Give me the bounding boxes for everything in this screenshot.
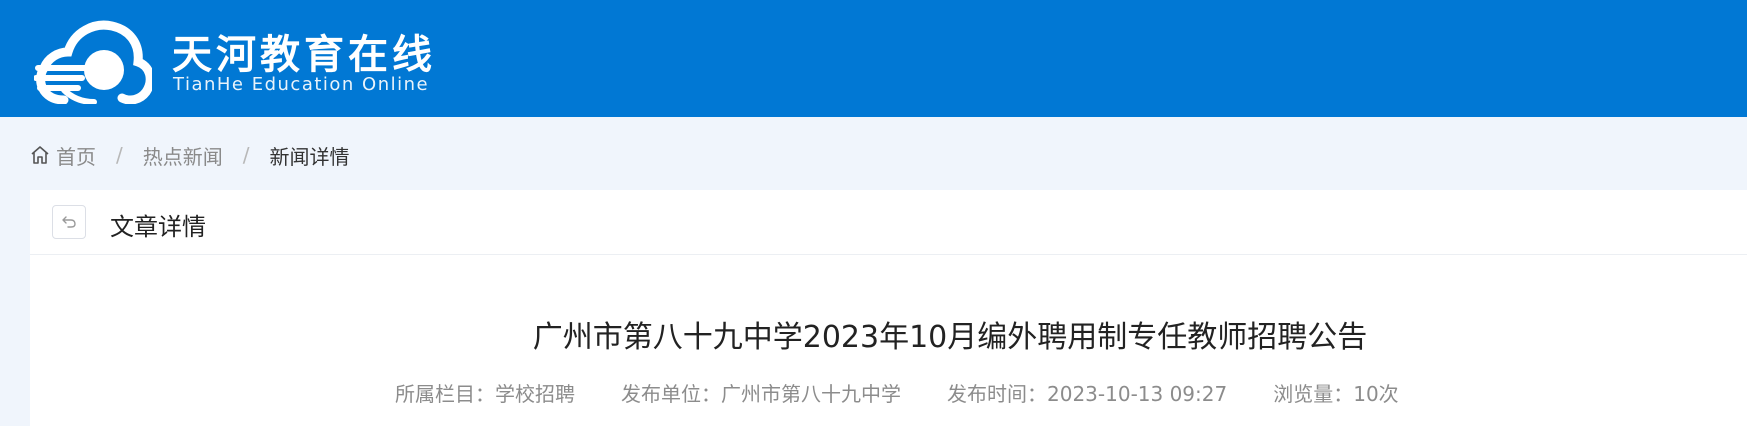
breadcrumb-news-detail: 新闻详情 — [269, 144, 350, 169]
article-meta: 所属栏目：学校招聘 发布单位：广州市第八十九中学 发布时间：2023-10-13… — [395, 378, 1445, 406]
meta-views: 浏览量：10次 — [1273, 382, 1399, 406]
back-button[interactable] — [52, 205, 86, 239]
back-arrow-icon — [62, 216, 76, 228]
meta-category: 所属栏目：学校招聘 — [395, 382, 575, 406]
brand-name-cn: 天河教育在线 — [172, 31, 436, 78]
breadcrumb-home-label: 首页 — [56, 144, 96, 169]
article-title: 广州市第八十九中学2023年10月编外聘用制专任教师招聘公告 — [532, 320, 1368, 355]
breadcrumb-separator: / — [242, 143, 250, 167]
card-title: 文章详情 — [110, 213, 206, 241]
breadcrumb: 首页 / 热点新闻 / 新闻详情 — [30, 141, 350, 170]
meta-publish-time: 发布时间：2023-10-13 09:27 — [947, 382, 1228, 406]
brand-name-en: TianHe Education Online — [173, 74, 430, 95]
breadcrumb-home[interactable]: 首页 — [30, 141, 96, 170]
card-header: 文章详情 — [30, 190, 1747, 255]
logo-icon[interactable] — [34, 18, 152, 104]
breadcrumb-separator: / — [116, 143, 123, 167]
meta-publisher: 发布单位：广州市第八十九中学 — [621, 382, 901, 406]
site-header: 天河教育在线 TianHe Education Online — [0, 0, 1747, 117]
breadcrumb-hot-news[interactable]: 热点新闻 — [143, 141, 223, 170]
home-icon — [31, 146, 49, 164]
